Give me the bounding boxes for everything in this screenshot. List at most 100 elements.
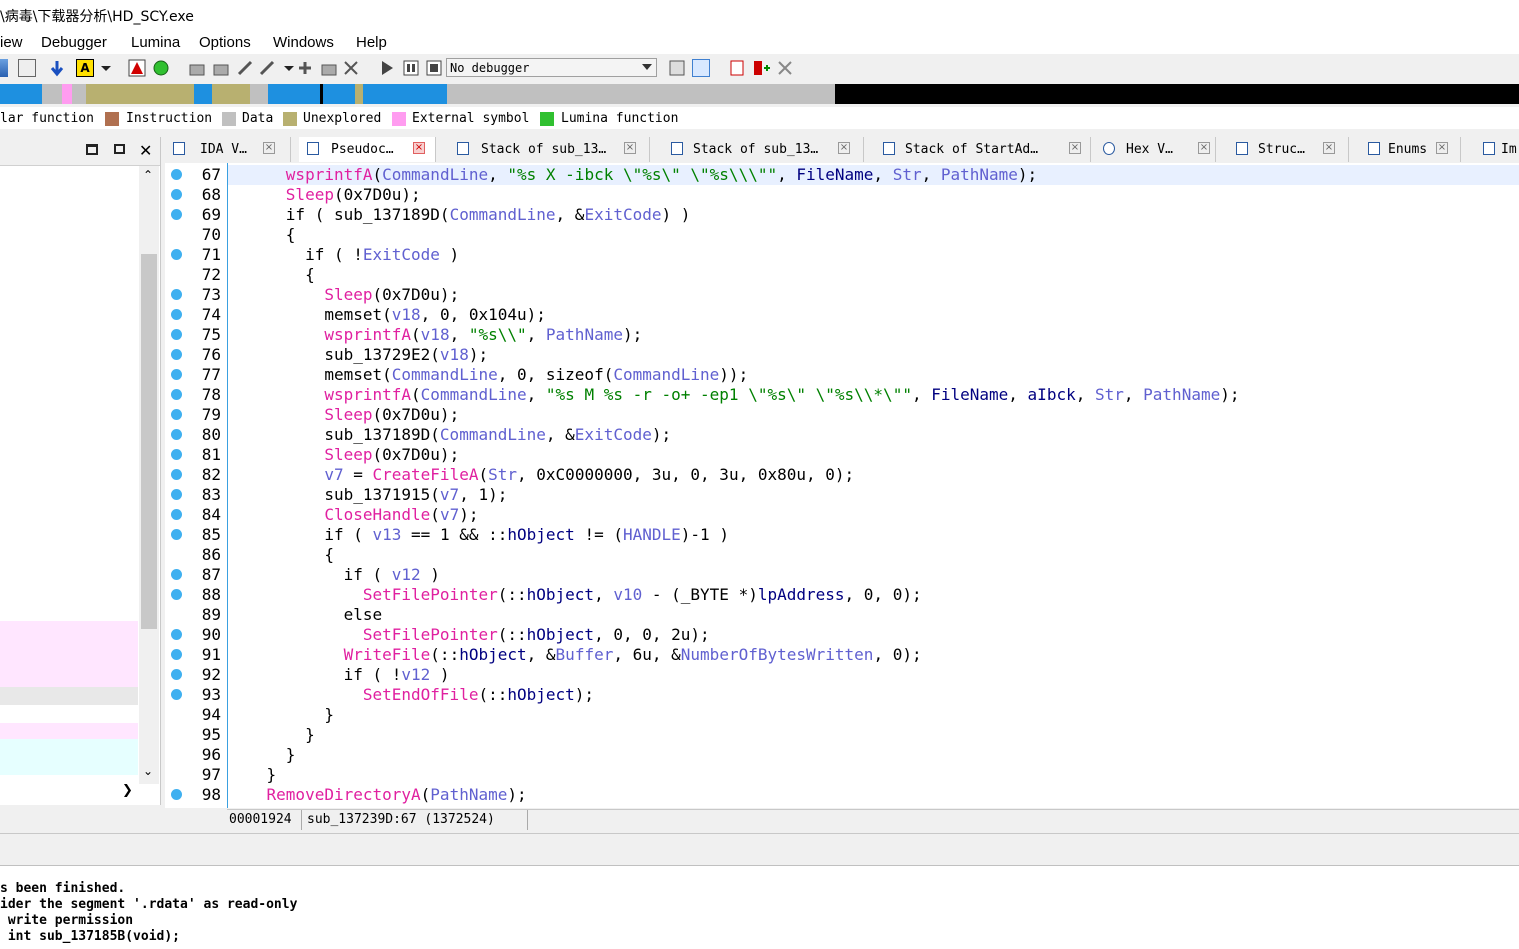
breakpoint-dot-icon[interactable] [171, 469, 182, 480]
close-icon[interactable]: ✕ [139, 141, 152, 160]
breakpoint-dot-icon[interactable] [171, 369, 182, 380]
breakpoint-dot-icon[interactable] [171, 309, 182, 320]
code-line[interactable]: Sleep(0x7D0u); [228, 445, 459, 465]
code-line[interactable]: } [228, 745, 296, 765]
code-line[interactable]: SetEndOfFile(::hObject); [228, 685, 594, 705]
close-icon[interactable]: × [624, 142, 636, 154]
code-line[interactable]: memset(CommandLine, 0, sizeof(CommandLin… [228, 365, 748, 385]
tab-ida-view[interactable]: IDA V… × [165, 137, 291, 162]
chevron-up-icon[interactable]: ⌃ [143, 168, 153, 182]
menu-windows[interactable]: Windows [273, 34, 334, 51]
breakpoint-dot-icon[interactable] [171, 409, 182, 420]
breakpoint-dot-icon[interactable] [171, 429, 182, 440]
breakpoint-dot-icon[interactable] [171, 529, 182, 540]
close-icon[interactable]: × [263, 142, 275, 154]
arrow-down-icon[interactable] [48, 59, 66, 77]
code-line[interactable]: if ( sub_137189D(CommandLine, &ExitCode)… [228, 205, 691, 225]
toolbar-tool-icon[interactable] [668, 59, 686, 77]
play-icon[interactable] [378, 59, 396, 77]
close-icon[interactable]: × [1436, 142, 1448, 154]
close-icon[interactable]: × [413, 142, 425, 154]
text-view-icon[interactable]: A [76, 59, 94, 77]
breakpoint-dot-icon[interactable] [171, 669, 182, 680]
cross-reference-icon[interactable] [18, 59, 36, 77]
code-line[interactable]: if ( v12 ) [228, 565, 440, 585]
close-icon[interactable]: × [1323, 142, 1335, 154]
breakpoint-dot-icon[interactable] [171, 509, 182, 520]
breakpoint-dot-icon[interactable] [171, 489, 182, 500]
breakpoint-dot-icon[interactable] [171, 289, 182, 300]
code-line[interactable]: v7 = CreateFileA(Str, 0xC0000000, 3u, 0,… [228, 465, 854, 485]
list-item[interactable] [0, 723, 138, 739]
chevron-right-icon[interactable]: ❯ [122, 783, 133, 798]
menu-options[interactable]: Options [199, 34, 251, 51]
code-line[interactable]: CloseHandle(v7); [228, 505, 478, 525]
code-line[interactable]: if ( v13 == 1 && ::hObject != (HANDLE)-1… [228, 525, 729, 545]
breakpoint-dot-icon[interactable] [171, 249, 182, 260]
tab-hex-view[interactable]: Hex V… × [1095, 137, 1216, 162]
code-line[interactable]: RemoveDirectoryA(PathName); [228, 785, 527, 805]
toolbar-tool-icon[interactable] [320, 59, 338, 77]
menu-help[interactable]: Help [356, 34, 387, 51]
code-line[interactable]: Sleep(0x7D0u); [228, 285, 459, 305]
menu-lumina[interactable]: Lumina [131, 34, 180, 51]
breakpoint-dot-icon[interactable] [171, 589, 182, 600]
restore-icon[interactable] [114, 144, 125, 154]
code-line[interactable]: if ( !ExitCode ) [228, 245, 459, 265]
green-circle-icon[interactable] [152, 59, 170, 77]
chevron-down-icon[interactable]: ⌄ [143, 764, 153, 778]
code-line[interactable]: WriteFile(::hObject, &Buffer, 6u, &Numbe… [228, 645, 922, 665]
list-item[interactable] [0, 739, 138, 775]
code-line[interactable]: } [228, 725, 315, 745]
tab-enums[interactable]: Enums × [1360, 137, 1461, 162]
tab-pseudocode[interactable]: Pseudoc… × [299, 137, 436, 162]
tab-stack-3[interactable]: Stack of StartAd… × [875, 137, 1091, 162]
scrollbar-thumb[interactable] [141, 254, 157, 629]
toolbar-tool-icon[interactable] [752, 59, 770, 77]
pause-icon[interactable] [402, 59, 420, 77]
breakpoint-dot-icon[interactable] [171, 789, 182, 800]
breakpoint-dot-icon[interactable] [171, 209, 182, 220]
code-line[interactable]: if ( !v12 ) [228, 665, 450, 685]
code-line[interactable]: sub_1371915(v7, 1); [228, 485, 507, 505]
code-line[interactable]: SetFilePointer(::hObject, v10 - (_BYTE *… [228, 585, 922, 605]
warning-icon[interactable] [128, 59, 146, 77]
close-icon[interactable] [342, 59, 360, 77]
code-line[interactable]: sub_137189D(CommandLine, &ExitCode); [228, 425, 671, 445]
breakpoint-dot-icon[interactable] [171, 649, 182, 660]
toolbar-tool-icon[interactable] [236, 59, 254, 77]
close-icon[interactable]: × [1069, 142, 1081, 154]
list-item[interactable] [0, 687, 138, 705]
breakpoint-dot-icon[interactable] [171, 569, 182, 580]
breakpoint-dot-icon[interactable] [171, 349, 182, 360]
breakpoint-dot-icon[interactable] [171, 449, 182, 460]
chevron-down-icon[interactable] [97, 59, 115, 77]
code-line[interactable]: { [228, 225, 296, 245]
code-line[interactable]: } [228, 705, 334, 725]
code-line[interactable]: { [228, 265, 315, 285]
navigation-band[interactable] [0, 84, 1519, 104]
close-icon[interactable]: × [1198, 142, 1210, 154]
left-scrollbar[interactable]: ⌃ ⌄ [139, 166, 159, 784]
code-line[interactable]: } [228, 765, 277, 785]
tab-stack-1[interactable]: Stack of sub_13… × [449, 137, 650, 162]
code-line[interactable]: wsprintfA(CommandLine, "%s M %s -r -o+ -… [228, 385, 1239, 405]
breakpoint-dot-icon[interactable] [171, 189, 182, 200]
breakpoint-dot-icon[interactable] [171, 169, 182, 180]
code-line[interactable]: else [228, 605, 383, 625]
code-line[interactable]: wsprintfA(CommandLine, "%s X -ibck \"%s\… [228, 165, 1519, 185]
toolbar-tool-icon[interactable] [296, 59, 314, 77]
toolbar-tool-icon[interactable] [776, 59, 794, 77]
menu-debugger[interactable]: Debugger [41, 34, 107, 51]
toolbar-tool-icon[interactable] [188, 59, 206, 77]
code-line[interactable]: wsprintfA(v18, "%s\\", PathName); [228, 325, 642, 345]
toolbar-tool-icon[interactable] [692, 59, 710, 77]
maximize-icon[interactable] [86, 144, 98, 155]
tab-stack-2[interactable]: Stack of sub_13… × [663, 137, 864, 162]
breakpoint-dot-icon[interactable] [171, 389, 182, 400]
toolbar-tool-icon[interactable] [728, 59, 746, 77]
code-line[interactable]: memset(v18, 0, 0x104u); [228, 305, 546, 325]
breakpoint-dot-icon[interactable] [171, 689, 182, 700]
list-item[interactable] [0, 621, 138, 687]
breakpoint-dot-icon[interactable] [171, 629, 182, 640]
